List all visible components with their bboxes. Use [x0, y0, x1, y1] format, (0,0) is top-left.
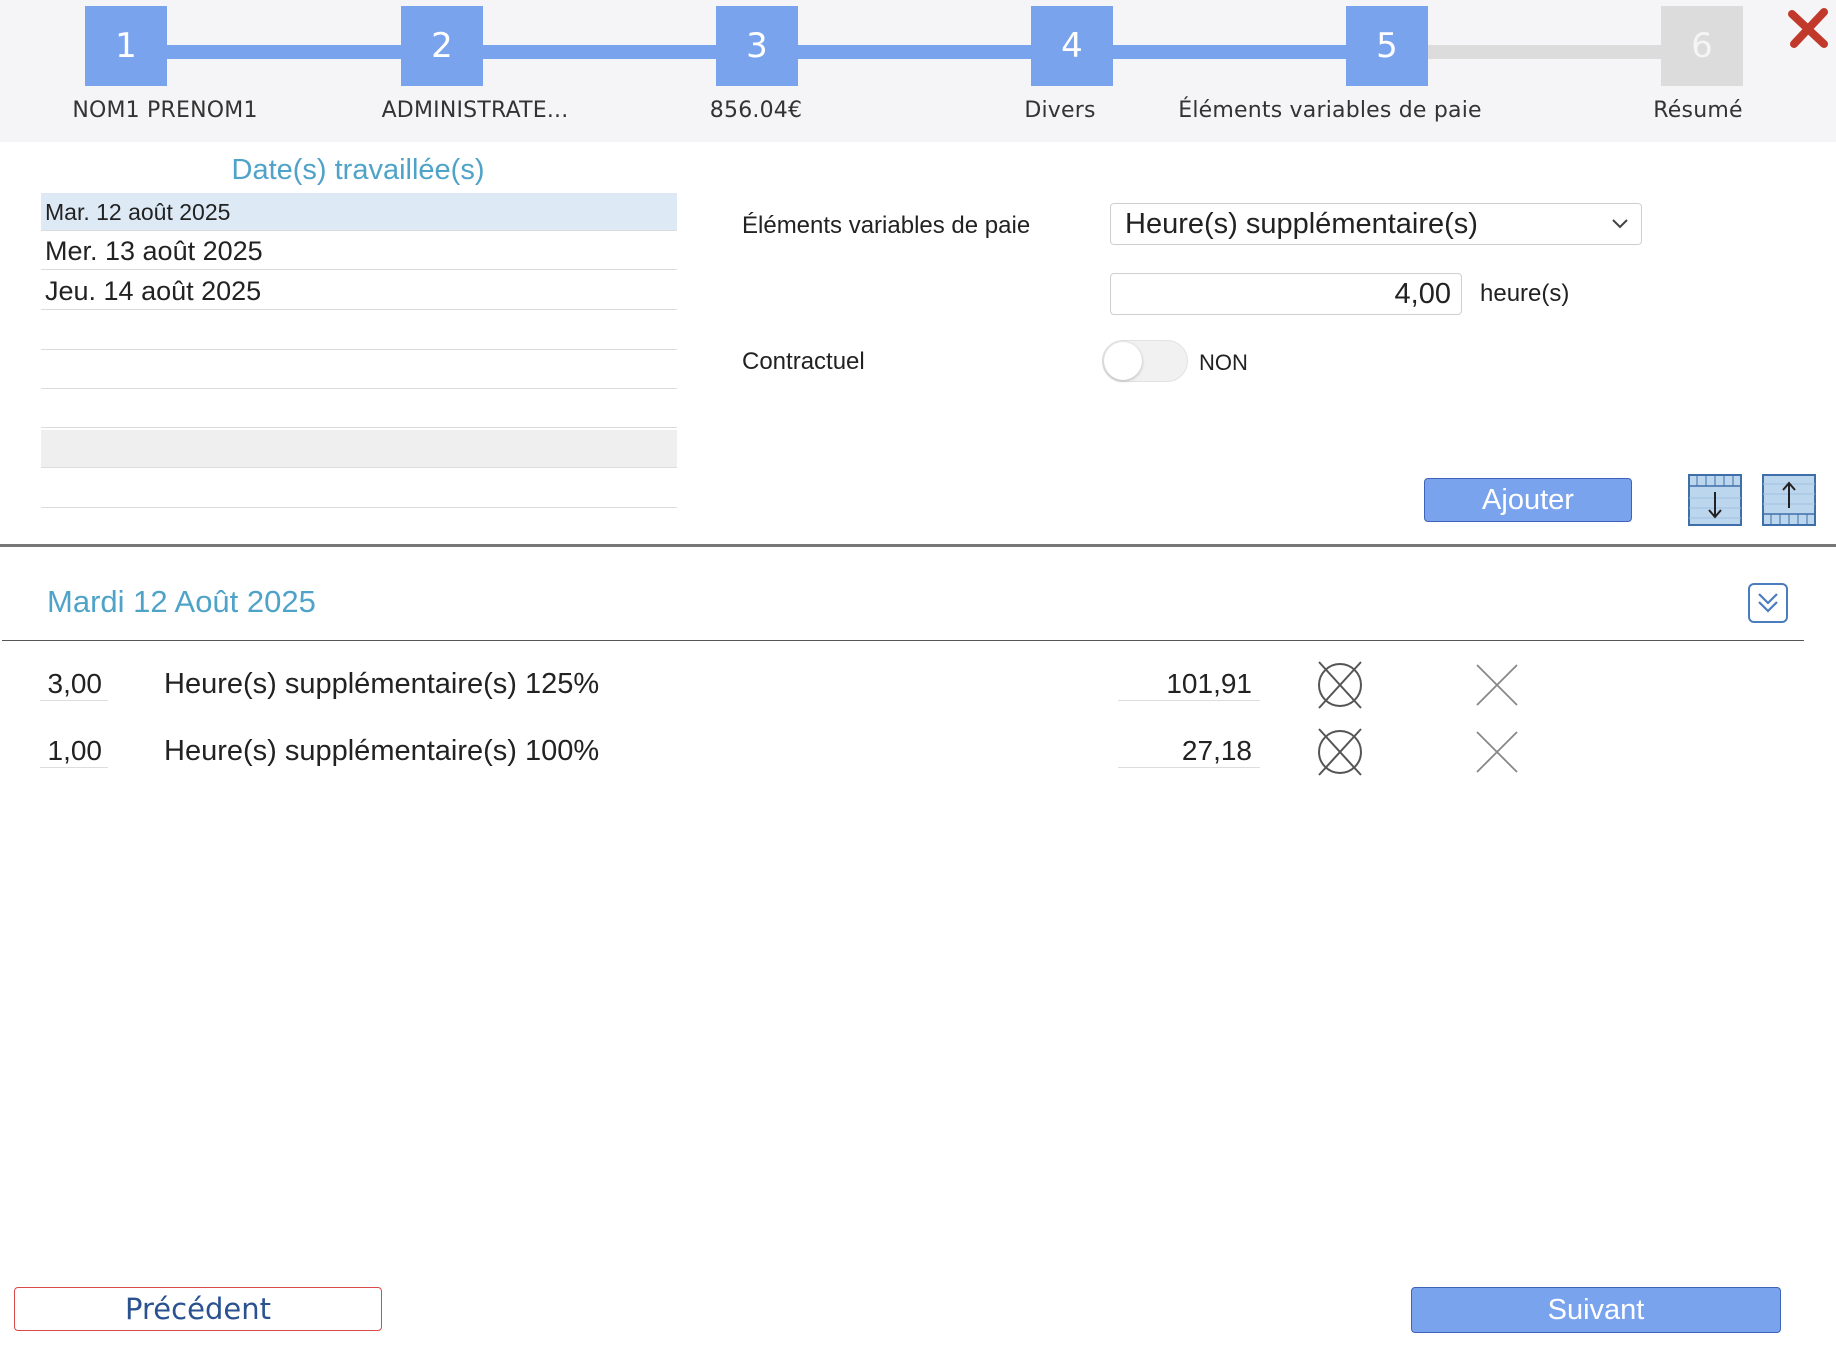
double-chevron-down-icon	[1758, 593, 1778, 613]
step-3-label: 856.04€	[709, 98, 803, 123]
row-2-qty[interactable]: 1,00	[40, 735, 108, 768]
row-2-desc: Heure(s) supplémentaire(s) 100%	[164, 735, 600, 767]
step-4-box[interactable]: 4	[1031, 6, 1113, 86]
date-empty-row	[41, 470, 677, 508]
row-2-amount[interactable]: 27,18	[1118, 735, 1260, 768]
contractuel-label: Contractuel	[742, 348, 865, 375]
step-1-label: NOM1 PRENOM1	[72, 98, 258, 123]
chevron-down-icon	[1612, 219, 1628, 229]
step-3-box[interactable]: 3	[716, 6, 798, 86]
circle-cross-icon[interactable]	[1314, 726, 1366, 778]
row-1-desc: Heure(s) supplémentaire(s) 125%	[164, 668, 600, 700]
step-connector	[166, 45, 402, 59]
day-divider	[2, 640, 1804, 641]
step-5-label: Éléments variables de paie	[1178, 98, 1482, 123]
add-button[interactable]: Ajouter	[1424, 478, 1632, 522]
next-button[interactable]: Suivant	[1411, 1287, 1781, 1333]
step-connector	[796, 45, 1032, 59]
circle-cross-icon[interactable]	[1314, 659, 1366, 711]
date-item-3[interactable]: Jeu. 14 août 2025	[41, 272, 677, 310]
date-item-2[interactable]: Mer. 13 août 2025	[41, 232, 677, 270]
export-up-icon[interactable]	[1762, 474, 1816, 526]
step-connector	[482, 45, 718, 59]
step-5-box[interactable]: 5	[1346, 6, 1428, 86]
step-2-box[interactable]: 2	[401, 6, 483, 86]
collapse-button[interactable]	[1748, 583, 1788, 623]
element-label: Éléments variables de paie	[742, 212, 1031, 239]
step-6-label: Résumé	[1653, 98, 1743, 123]
delete-x-icon[interactable]	[1471, 659, 1523, 711]
stepper-header: 1 2 3 4 5 6 NOM1 PRENOM1 ADMINISTRATE...…	[0, 0, 1836, 142]
dates-title: Date(s) travaillée(s)	[231, 154, 485, 186]
date-item-1[interactable]: Mar. 12 août 2025	[41, 193, 677, 231]
delete-x-icon[interactable]	[1471, 726, 1523, 778]
import-down-icon[interactable]	[1688, 474, 1742, 526]
close-x-icon[interactable]	[1786, 6, 1830, 50]
previous-button[interactable]: Précédent	[14, 1287, 382, 1331]
quantity-input[interactable]: 4,00	[1110, 273, 1462, 315]
row-1-amount[interactable]: 101,91	[1118, 668, 1260, 701]
contractuel-value: NON	[1199, 350, 1248, 375]
step-1-box[interactable]: 1	[85, 6, 167, 86]
date-empty-row	[41, 312, 677, 350]
date-empty-row	[41, 430, 677, 468]
element-select-value: Heure(s) supplémentaire(s)	[1125, 208, 1478, 240]
step-2-label: ADMINISTRATE...	[381, 98, 569, 123]
row-1-qty[interactable]: 3,00	[40, 668, 108, 701]
date-empty-row	[41, 351, 677, 389]
element-select[interactable]: Heure(s) supplémentaire(s)	[1110, 203, 1642, 245]
step-connector	[1426, 45, 1662, 59]
step-connector	[1112, 45, 1348, 59]
day-title: Mardi 12 Août 2025	[47, 584, 316, 619]
contractuel-toggle[interactable]	[1102, 340, 1188, 382]
step-6-box[interactable]: 6	[1661, 6, 1743, 86]
date-empty-row	[41, 390, 677, 428]
toggle-knob	[1104, 342, 1142, 380]
quantity-unit: heure(s)	[1480, 280, 1570, 307]
section-divider	[0, 544, 1836, 547]
